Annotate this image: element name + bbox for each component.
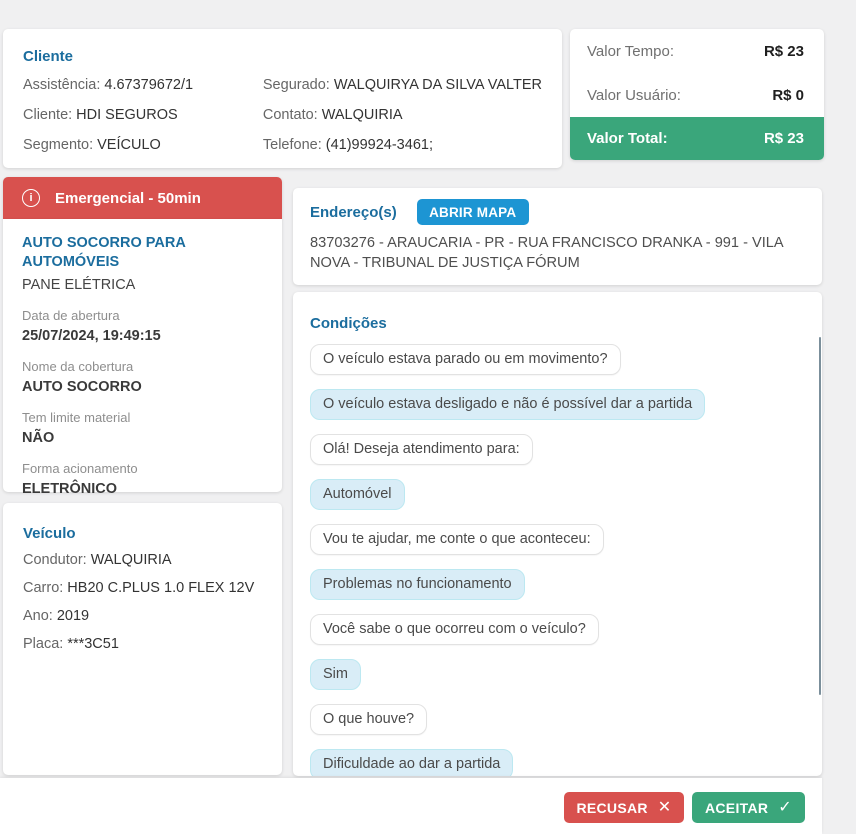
open-map-button[interactable]: ABRIR MAPA <box>416 199 529 225</box>
field-contato: Contato: WALQUIRIA <box>263 100 542 130</box>
field-value: VEÍCULO <box>97 137 161 153</box>
client-card-title: Cliente <box>23 48 74 65</box>
field-label: Segurado: <box>262 77 330 93</box>
footer-bar: RECUSAR ✕ ACEITAR ✓ <box>0 778 822 834</box>
field-label: Cliente: <box>23 107 73 123</box>
detail-limite-material: Tem limite material NÃO <box>22 410 268 448</box>
field-segmento: Segmento: VEÍCULO <box>23 130 263 160</box>
field-label: Contato: <box>262 107 318 123</box>
field-value: 2019 <box>56 608 90 624</box>
conditions-card-title: Condições <box>310 315 387 332</box>
field-telefone: Telefone: (41)99924-3461; <box>263 130 542 160</box>
valor-total-row: Valor Total: R$ 23 <box>570 117 824 160</box>
detail-label: Forma acionamento <box>22 461 138 476</box>
info-icon: i <box>22 189 40 207</box>
field-placa: Placa: ***3C51 <box>23 635 268 654</box>
field-label: Segmento: <box>23 137 94 153</box>
valor-value: R$ 0 <box>772 86 804 104</box>
detail-value: AUTO SOCORRO <box>22 379 142 395</box>
chat-bubble-question: Olá! Deseja atendimento para: <box>310 434 533 465</box>
conditions-scrollbar-thumb[interactable] <box>819 337 821 695</box>
service-name: AUTO SOCORRO PARA AUTOMÓVEIS <box>22 235 186 270</box>
valor-value: R$ 23 <box>763 42 804 60</box>
field-value: HDI SEGUROS <box>76 107 178 123</box>
recusar-label: RECUSAR <box>576 799 648 816</box>
field-condutor: Condutor: WALQUIRIA <box>23 551 268 570</box>
chat-bubble-answer: Problemas no funcionamento <box>310 569 525 600</box>
field-segurado: Segurado: WALQUIRYA DA SILVA VALTER <box>263 70 542 100</box>
chat-bubble-answer: Sim <box>310 659 361 690</box>
conditions-card: Condições O veículo estava parado ou em … <box>293 292 822 776</box>
emergency-banner: i Emergencial - 50min <box>3 177 282 219</box>
valor-tempo-row: Valor Tempo: R$ 23 <box>570 29 824 73</box>
recusar-button[interactable]: RECUSAR ✕ <box>564 792 684 823</box>
detail-value: NÃO <box>22 430 55 446</box>
field-label: Telefone: <box>262 137 322 153</box>
chat-bubble-answer: Dificuldade ao dar a partida <box>310 749 514 776</box>
detail-label: Data de abertura <box>22 308 120 323</box>
valor-total-label: Valor Total: <box>587 130 668 147</box>
field-value: WALQUIRYA DA SILVA VALTER <box>333 77 542 93</box>
valor-label: Valor Usuário: <box>587 86 681 104</box>
field-label: Placa: <box>23 636 64 652</box>
valor-card: Valor Tempo: R$ 23 Valor Usuário: R$ 0 V… <box>570 29 824 160</box>
valor-usuario-row: Valor Usuário: R$ 0 <box>570 73 824 117</box>
aceitar-label: ACEITAR <box>704 799 769 816</box>
client-card: Cliente Assistência: 4.67379672/1 Cliente… <box>3 29 562 168</box>
field-value: HB20 C.PLUS 1.0 FLEX 12V <box>67 580 255 596</box>
detail-label: Nome da cobertura <box>22 359 134 374</box>
aceitar-button[interactable]: ACEITAR ✓ <box>692 792 805 823</box>
valor-total-value: R$ 23 <box>763 130 804 147</box>
field-cliente: Cliente: HDI SEGUROS <box>23 100 263 130</box>
field-label: Assistência: <box>23 77 101 93</box>
service-event: PANE ELÉTRICA <box>22 277 136 293</box>
field-value: WALQUIRIA <box>321 107 403 123</box>
address-card-title: Endereço(s) <box>310 203 397 221</box>
address-card: Endereço(s) ABRIR MAPA 83703276 - ARAUCA… <box>293 188 822 285</box>
check-icon: ✓ <box>778 798 792 816</box>
detail-value: 25/07/2024, 19:49:15 <box>22 328 161 344</box>
x-icon: ✕ <box>657 798 672 816</box>
chat-bubble-question: Vou te ajudar, me conte o que aconteceu: <box>310 524 604 555</box>
chat-bubble-answer: O veículo estava desligado e não é possí… <box>310 389 706 420</box>
detail-data-abertura: Data de abertura 25/07/2024, 19:49:15 <box>22 308 268 346</box>
field-value: WALQUIRIA <box>90 552 172 568</box>
detail-forma-acionamento: Forma acionamento ELETRÔNICO <box>22 461 268 499</box>
valor-label: Valor Tempo: <box>587 42 674 60</box>
coverage-card: AUTO SOCORRO PARA AUTOMÓVEIS PANE ELÉTRI… <box>3 219 282 497</box>
field-label: Carro: <box>23 580 64 596</box>
field-label: Ano: <box>23 608 53 624</box>
chat-bubble-question: Você sabe o que ocorreu com o veículo? <box>310 614 599 645</box>
chat-bubble-question: O veículo estava parado ou em movimento? <box>310 344 621 375</box>
field-ano: Ano: 2019 <box>23 607 268 626</box>
vehicle-card-title: Veículo <box>23 525 76 542</box>
chat-bubble-answer: Automóvel <box>310 479 405 510</box>
emergency-banner-label: Emergencial - 50min <box>55 189 201 207</box>
field-assistencia: Assistência: 4.67379672/1 <box>23 70 263 100</box>
detail-label: Tem limite material <box>22 410 131 425</box>
vehicle-card: Veículo Condutor: WALQUIRIA Carro: HB20 C.… <box>3 503 282 775</box>
field-label: Condutor: <box>23 552 87 568</box>
detail-value: ELETRÔNICO <box>22 481 118 497</box>
chat-transcript: O veículo estava parado ou em movimento?… <box>310 344 798 776</box>
chat-bubble-question: O que houve? <box>310 704 428 735</box>
field-value: ***3C51 <box>67 636 119 652</box>
field-value: 4.67379672/1 <box>104 77 194 93</box>
field-carro: Carro: HB20 C.PLUS 1.0 FLEX 12V <box>23 579 268 598</box>
phone-link[interactable]: (41)99924-3461; <box>326 137 433 153</box>
address-text: 83703276 - ARAUCARIA - PR - RUA FRANCISC… <box>310 235 783 271</box>
detail-nome-cobertura: Nome da cobertura AUTO SOCORRO <box>22 359 268 397</box>
